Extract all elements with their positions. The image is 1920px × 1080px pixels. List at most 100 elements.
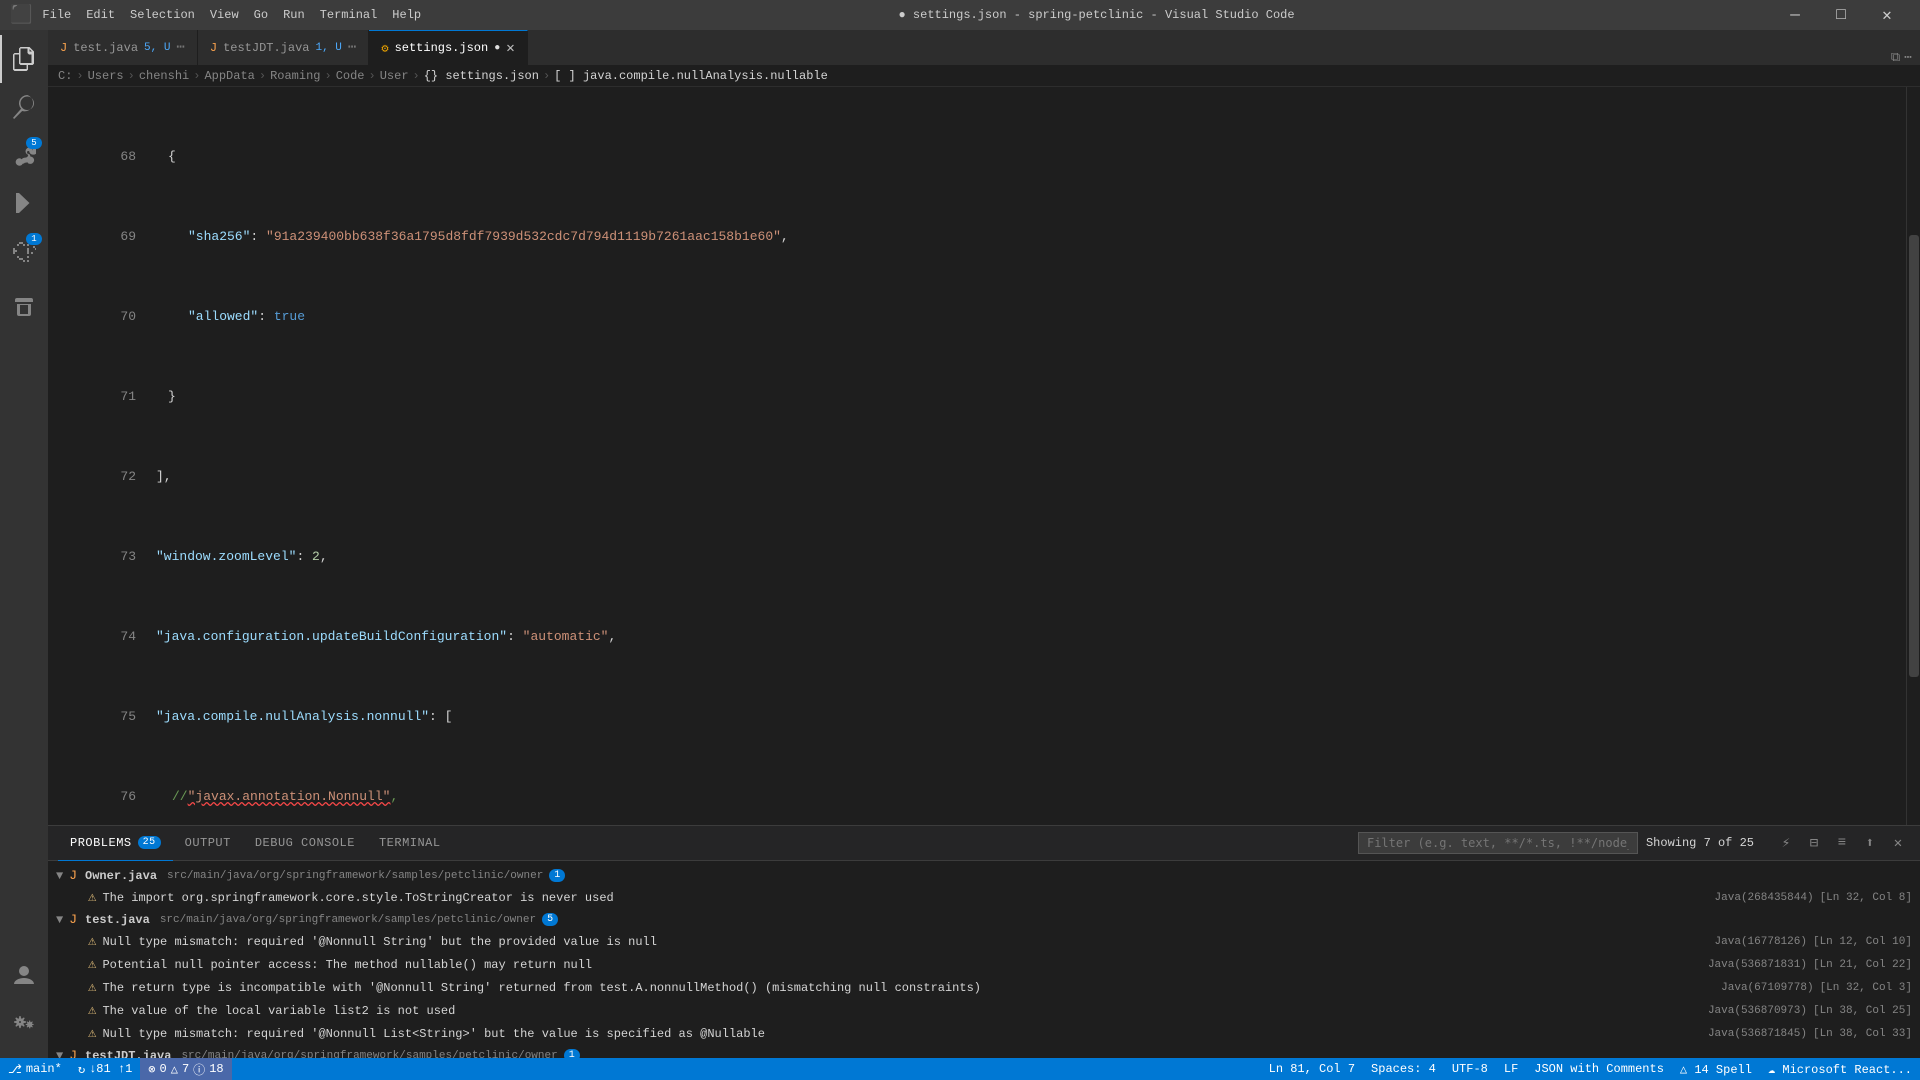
menu-run[interactable]: Run: [283, 8, 305, 22]
status-language[interactable]: JSON with Comments: [1526, 1058, 1672, 1080]
menu-go[interactable]: Go: [254, 8, 268, 22]
error-count: 0: [160, 1062, 167, 1076]
owner-group-header[interactable]: ▼ J Owner.java src/main/java/org/springf…: [48, 865, 1920, 886]
info-count: 18: [209, 1062, 223, 1076]
sync-count: ↓81 ↑1: [89, 1062, 132, 1076]
menu-file[interactable]: File: [42, 8, 71, 22]
tab-debug-console[interactable]: DEBUG CONSOLE: [243, 826, 367, 861]
problem-item-owner-1[interactable]: ⚠ The import org.springframework.core.st…: [48, 886, 1920, 909]
menu-bar[interactable]: File Edit Selection View Go Run Terminal…: [42, 8, 421, 22]
warning-icon-test-1: ⚠: [88, 933, 96, 950]
tab-close-icon2[interactable]: ⋯: [348, 39, 356, 56]
tab-close-icon[interactable]: ⋯: [176, 39, 184, 56]
more-panel-actions-icon[interactable]: ≡: [1830, 831, 1854, 855]
warning-count: 7: [182, 1062, 189, 1076]
tab-badge2: 1, U: [315, 42, 341, 54]
breadcrumb-settings[interactable]: {} settings.json: [424, 69, 539, 83]
problem-code-test-1: Java(16778126): [1715, 936, 1807, 948]
panel-maximize-icon[interactable]: ⬆: [1858, 831, 1882, 855]
tabs-bar: J test.java 5, U ⋯ J testJDT.java 1, U ⋯…: [48, 30, 1920, 65]
problem-text-test-4: The value of the local variable list2 is…: [102, 1004, 1702, 1018]
menu-help[interactable]: Help: [392, 8, 421, 22]
breadcrumb-roaming[interactable]: Roaming: [270, 69, 320, 83]
titlebar: ⬛ File Edit Selection View Go Run Termin…: [0, 0, 1920, 30]
status-eol[interactable]: LF: [1496, 1058, 1526, 1080]
problem-item-test-1[interactable]: ⚠ Null type mismatch: required '@Nonnull…: [48, 930, 1920, 953]
json-file-icon: ⚙: [381, 41, 388, 56]
problem-item-test-2[interactable]: ⚠ Potential null pointer access: The met…: [48, 953, 1920, 976]
output-label: OUTPUT: [185, 836, 231, 850]
filter-icon[interactable]: ⚡: [1774, 831, 1798, 855]
status-spaces[interactable]: Spaces: 4: [1363, 1058, 1444, 1080]
activity-testing[interactable]: [0, 283, 48, 331]
menu-terminal[interactable]: Terminal: [320, 8, 378, 22]
maximize-button[interactable]: □: [1818, 0, 1864, 30]
status-errors[interactable]: ⊗ 0 △ 7 ⓘ 18: [140, 1058, 231, 1080]
problem-item-test-3[interactable]: ⚠ The return type is incompatible with '…: [48, 976, 1920, 999]
tab-problems[interactable]: PROBLEMS 25: [58, 826, 173, 861]
close-button[interactable]: ✕: [1864, 0, 1910, 30]
breadcrumb-user[interactable]: chenshi: [139, 69, 189, 83]
window-controls[interactable]: — □ ✕: [1772, 0, 1910, 30]
split-editor-icon[interactable]: ⧉: [1891, 50, 1900, 65]
java-file-icon-owner: J: [69, 868, 77, 883]
activity-account[interactable]: [0, 952, 48, 1000]
problem-item-test-5[interactable]: ⚠ Null type mismatch: required '@Nonnull…: [48, 1022, 1920, 1045]
activity-settings[interactable]: [0, 1002, 48, 1050]
error-icon: ⊗: [148, 1062, 155, 1077]
tab-settings-json[interactable]: ⚙ settings.json ● ✕: [369, 30, 527, 65]
problem-group-owner: ▼ J Owner.java src/main/java/org/springf…: [48, 865, 1920, 909]
status-remote[interactable]: ☁ Microsoft React...: [1760, 1058, 1920, 1080]
menu-view[interactable]: View: [210, 8, 239, 22]
terminal-label: TERMINAL: [379, 836, 441, 850]
warning-icon-test-5: ⚠: [88, 1025, 96, 1042]
breadcrumb-drive[interactable]: C:: [58, 69, 72, 83]
scrollbar-thumb[interactable]: [1909, 235, 1919, 678]
breadcrumb-code-user[interactable]: User: [380, 69, 409, 83]
status-encoding[interactable]: UTF-8: [1444, 1058, 1496, 1080]
owner-badge: 1: [549, 869, 565, 882]
tab-close-icon3[interactable]: ✕: [506, 40, 514, 57]
line-col-text: Ln 81, Col 7: [1269, 1062, 1355, 1076]
testjdt-group-header[interactable]: ▼ J testJDT.java src/main/java/org/sprin…: [48, 1045, 1920, 1059]
problem-item-test-4[interactable]: ⚠ The value of the local variable list2 …: [48, 999, 1920, 1022]
breadcrumb-users[interactable]: Users: [88, 69, 124, 83]
breadcrumb-code[interactable]: Code: [336, 69, 365, 83]
test-badge: 5: [542, 913, 558, 926]
breadcrumb-appdata[interactable]: AppData: [204, 69, 254, 83]
problems-list: ▼ J Owner.java src/main/java/org/springf…: [48, 861, 1920, 1059]
status-branch[interactable]: ⎇ main*: [0, 1058, 70, 1080]
owner-filename: Owner.java: [85, 869, 157, 883]
tab-test-java[interactable]: J test.java 5, U ⋯: [48, 30, 198, 65]
breadcrumb: C: › Users › chenshi › AppData › Roaming…: [48, 65, 1920, 87]
owner-filepath: src/main/java/org/springframework/sample…: [167, 870, 543, 882]
activity-bar: 5 1: [0, 30, 48, 1058]
collapse-all-icon[interactable]: ⊟: [1802, 831, 1826, 855]
activity-run[interactable]: [0, 179, 48, 227]
activity-search[interactable]: [0, 83, 48, 131]
problem-text-test-5: Null type mismatch: required '@Nonnull L…: [102, 1027, 1702, 1041]
status-sync[interactable]: ↻ ↓81 ↑1: [70, 1058, 140, 1080]
minimize-button[interactable]: —: [1772, 0, 1818, 30]
filter-input[interactable]: [1358, 832, 1638, 854]
tab-testjdt-java[interactable]: J testJDT.java 1, U ⋯: [198, 30, 369, 65]
code-line-74: 74 "java.configuration.updateBuildConfig…: [103, 627, 1906, 647]
menu-selection[interactable]: Selection: [130, 8, 195, 22]
warning-icon-test-4: ⚠: [88, 1002, 96, 1019]
activity-explorer[interactable]: [0, 35, 48, 83]
activity-extensions[interactable]: 1: [0, 227, 48, 275]
tab-terminal[interactable]: TERMINAL: [367, 826, 453, 861]
tab-label: test.java: [73, 41, 138, 55]
breadcrumb-nullable[interactable]: [ ] java.compile.nullAnalysis.nullable: [554, 69, 828, 83]
status-line-col[interactable]: Ln 81, Col 7: [1261, 1058, 1363, 1080]
test-group-header[interactable]: ▼ J test.java src/main/java/org/springfr…: [48, 909, 1920, 930]
tab-output[interactable]: OUTPUT: [173, 826, 243, 861]
status-right-items: Ln 81, Col 7 Spaces: 4 UTF-8 LF JSON wit…: [1261, 1058, 1920, 1080]
debug-console-label: DEBUG CONSOLE: [255, 836, 355, 850]
scrollbar-track[interactable]: [1906, 87, 1920, 825]
activity-source-control[interactable]: 5: [0, 131, 48, 179]
close-panel-icon[interactable]: ✕: [1886, 831, 1910, 855]
more-actions-icon[interactable]: ⋯: [1904, 50, 1912, 65]
menu-edit[interactable]: Edit: [86, 8, 115, 22]
status-spell[interactable]: △ 14 Spell: [1672, 1058, 1760, 1080]
